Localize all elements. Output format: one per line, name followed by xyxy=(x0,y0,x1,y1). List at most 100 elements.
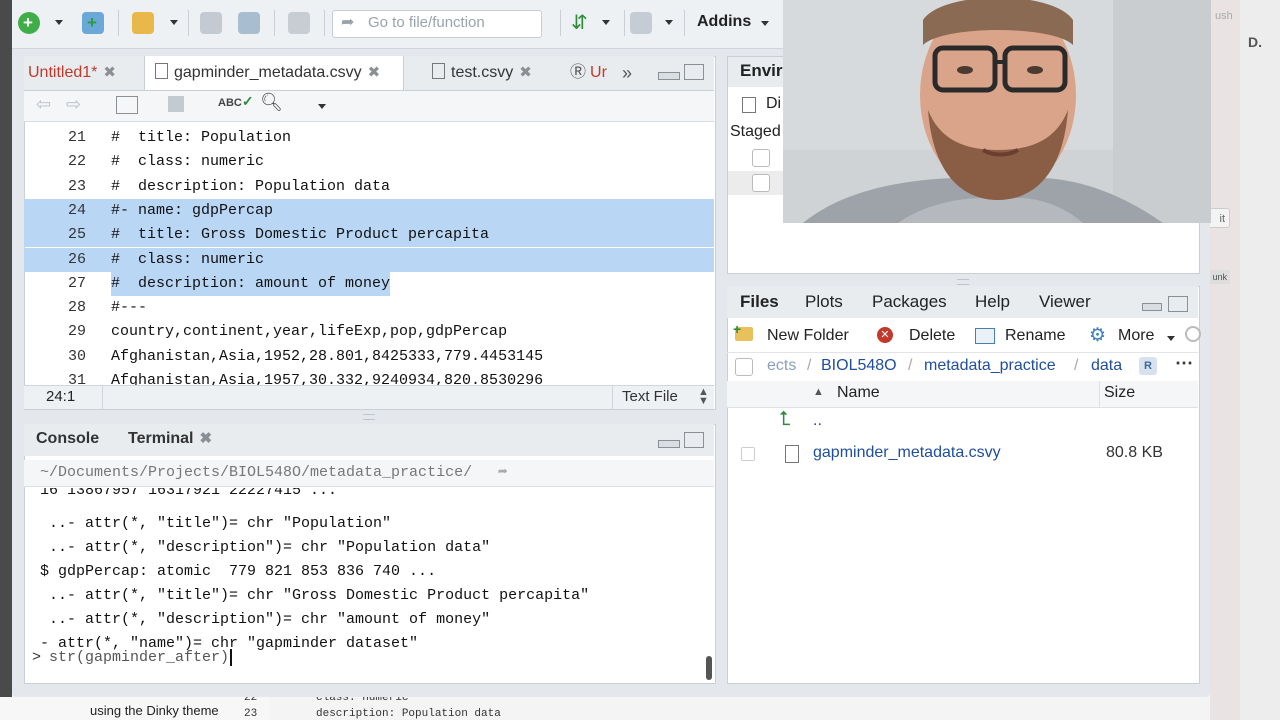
breadcrumb-item[interactable]: metadata_practice xyxy=(924,357,1056,375)
more-dropdown-icon[interactable] xyxy=(1167,336,1175,341)
code-line[interactable]: 26 # class: numeric xyxy=(24,247,714,272)
rename-button[interactable]: Rename xyxy=(1005,327,1065,345)
editor-toolbar: ⇦ ⇨ ABC✓ 🔍︎ xyxy=(24,91,714,122)
spellcheck-icon[interactable]: ABC✓ xyxy=(218,93,254,110)
git-icon[interactable]: ⇵ xyxy=(568,12,590,34)
breadcrumb: ects / BIOL548O / metadata_practice / da… xyxy=(727,352,1198,382)
code-line[interactable]: 31 Afghanistan,Asia,1957,30.332,9240934,8… xyxy=(24,369,714,386)
file-type-selector[interactable]: Text File xyxy=(622,388,678,405)
close-icon[interactable]: ✖ xyxy=(368,64,381,81)
save-all-icon[interactable] xyxy=(238,12,260,34)
tab-test-csvy[interactable]: test.csvy ✖ xyxy=(432,56,562,90)
tab-environment[interactable]: Envir xyxy=(740,61,783,81)
console-input[interactable]: str(gapminder_after) xyxy=(49,649,229,666)
save-doc-icon[interactable] xyxy=(168,96,184,112)
row-checkbox[interactable] xyxy=(741,447,755,461)
maximize-icon[interactable] xyxy=(684,64,704,80)
save-icon[interactable] xyxy=(200,12,222,34)
code-line[interactable]: 22 # class: numeric xyxy=(24,150,714,174)
open-file-icon[interactable] xyxy=(132,12,154,34)
breadcrumb-item[interactable]: data xyxy=(1091,357,1122,375)
show-in-window-icon[interactable] xyxy=(116,96,138,114)
code-line[interactable]: 24 #- name: gdpPercap xyxy=(24,198,714,223)
code-text: Afghanistan,Asia,1957,30.332,9240934,820… xyxy=(111,372,544,386)
line-number: 25 xyxy=(67,226,86,244)
splitter-handle[interactable] xyxy=(363,414,375,420)
table-row[interactable]: gapminder_metadata.csvy 80.8 KB xyxy=(727,440,1198,470)
new-project-icon[interactable]: + xyxy=(82,12,104,34)
breadcrumb-item[interactable]: ects xyxy=(767,357,796,375)
files-tab-bar xyxy=(727,286,1198,318)
bg-label-1: ush xyxy=(1215,10,1233,22)
splitter-handle[interactable] xyxy=(957,279,969,285)
stage-checkbox[interactable] xyxy=(752,174,770,192)
file-type-updown-icon[interactable]: ▲ ▼ xyxy=(698,387,709,407)
console-scrollbar[interactable] xyxy=(706,656,712,680)
tab-files[interactable]: Files xyxy=(740,286,779,318)
console-working-dir: ~/Documents/Projects/BIOL548O/metadata_p… xyxy=(24,460,714,487)
minimize-icon[interactable] xyxy=(658,72,680,80)
more-button[interactable]: More xyxy=(1118,327,1154,345)
close-icon[interactable]: ✖ xyxy=(200,430,213,447)
tab-terminal[interactable]: Terminal ✖ xyxy=(128,424,212,454)
print-icon[interactable] xyxy=(288,12,310,34)
tab-gapminder-metadata[interactable]: gapminder_metadata.csvy ✖ xyxy=(144,56,404,90)
file-name[interactable]: gapminder_metadata.csvy xyxy=(813,444,1001,462)
ellipsis-icon[interactable]: ⋯ xyxy=(1175,353,1193,374)
console-prompt-line[interactable]: > str(gapminder_after)​ xyxy=(32,646,233,670)
prompt-symbol: > xyxy=(32,649,42,666)
refresh-icon[interactable] xyxy=(1185,326,1201,342)
tab-untitled1[interactable]: Untitled1* ✖ xyxy=(28,56,140,90)
git-dropdown-icon[interactable] xyxy=(602,20,610,25)
diff-button[interactable]: Di xyxy=(766,95,781,113)
code-line[interactable]: 29 country,continent,year,lifeExp,pop,gdp… xyxy=(24,320,714,344)
maximize-icon[interactable] xyxy=(684,432,704,448)
code-line[interactable]: 28 #--- xyxy=(24,296,714,320)
more-tabs-icon[interactable]: » xyxy=(622,56,632,90)
search-icon[interactable]: 🔍︎ xyxy=(260,92,283,113)
tab-packages[interactable]: Packages xyxy=(872,286,947,318)
forward-icon[interactable]: ⇨ xyxy=(66,94,81,115)
addins-menu[interactable]: Addins xyxy=(697,13,751,31)
file-name[interactable]: .. xyxy=(813,412,822,430)
open-file-dropdown-icon[interactable] xyxy=(170,20,178,25)
code-tools-dropdown-icon[interactable] xyxy=(318,104,326,109)
stage-checkbox[interactable] xyxy=(752,149,770,167)
layout-dropdown-icon[interactable] xyxy=(665,20,673,25)
console-output[interactable]: 16 13867957 16317921 22227415 ... ..- at… xyxy=(24,488,714,682)
tab-ur[interactable]: Ⓡ Ur xyxy=(570,56,630,90)
code-line[interactable]: 27 # description: amount of money xyxy=(24,271,714,296)
minimize-icon[interactable] xyxy=(1142,303,1162,311)
go-to-dir-icon[interactable]: ➦ xyxy=(498,462,508,482)
minimize-icon[interactable] xyxy=(658,440,680,448)
line-number: 31 xyxy=(67,372,86,386)
new-file-dropdown-icon[interactable] xyxy=(55,20,63,25)
new-folder-button[interactable]: New Folder xyxy=(767,327,849,345)
name-column-header[interactable]: Name xyxy=(837,384,880,402)
close-icon[interactable]: ✖ xyxy=(103,64,116,81)
close-icon[interactable]: ✖ xyxy=(519,64,532,81)
code-text: # title: Population xyxy=(111,129,292,146)
code-line[interactable]: 21 # title: Population xyxy=(24,126,714,150)
table-row[interactable]: ⮤ .. xyxy=(727,408,1198,438)
maximize-icon[interactable] xyxy=(1168,296,1188,312)
tab-console[interactable]: Console xyxy=(36,424,99,454)
select-all-checkbox[interactable] xyxy=(735,358,753,376)
tab-help[interactable]: Help xyxy=(975,286,1010,318)
grid-layout-icon[interactable] xyxy=(630,12,652,34)
code-line[interactable]: 30 Afghanistan,Asia,1952,28.801,8425333,7… xyxy=(24,345,714,369)
editor-tab-bar: Untitled1* ✖ gapminder_metadata.csvy ✖ tes… xyxy=(24,56,714,91)
breadcrumb-item[interactable]: BIOL548O xyxy=(821,357,897,375)
code-area[interactable]: 21 # title: Population 22 # class: numeric 2… xyxy=(24,126,714,386)
tab-label: test.csvy xyxy=(451,64,514,81)
addins-dropdown-icon[interactable] xyxy=(761,21,769,26)
tab-plots[interactable]: Plots xyxy=(805,286,843,318)
code-line[interactable]: 23 # description: Population data xyxy=(24,175,714,199)
code-line[interactable]: 25 # title: Gross Domestic Product percap… xyxy=(24,223,714,248)
size-column-header[interactable]: Size xyxy=(1104,384,1135,402)
tab-viewer[interactable]: Viewer xyxy=(1039,286,1091,318)
delete-button[interactable]: Delete xyxy=(909,327,955,345)
r-project-icon[interactable]: R xyxy=(1139,357,1157,375)
new-file-icon[interactable]: + xyxy=(18,12,40,34)
back-icon[interactable]: ⇦ xyxy=(36,94,51,115)
